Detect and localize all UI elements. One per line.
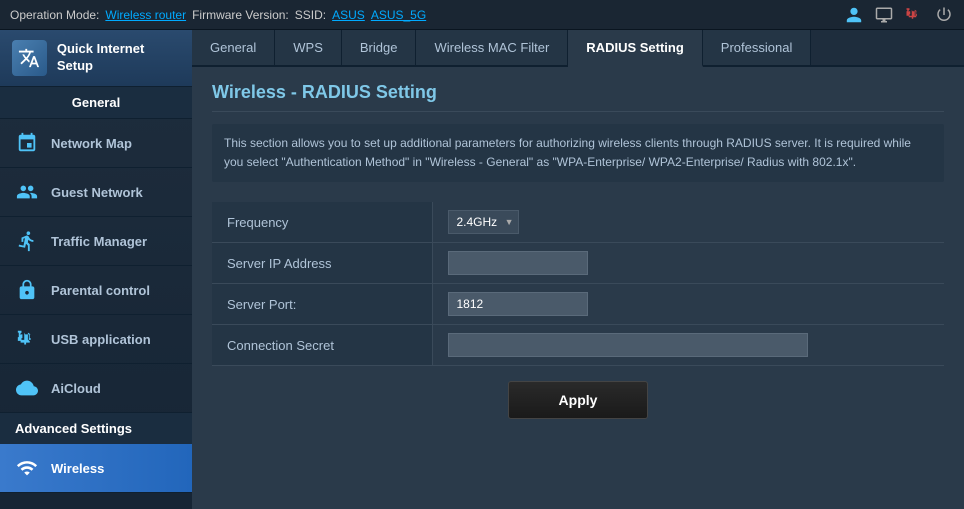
network-map-label: Network Map bbox=[51, 136, 132, 151]
frequency-field: 2.4GHz 5GHz bbox=[432, 202, 944, 243]
usb-icon[interactable] bbox=[904, 5, 924, 25]
guest-network-icon bbox=[15, 180, 39, 204]
top-bar-info: Operation Mode: Wireless router Firmware… bbox=[10, 8, 426, 22]
connection-secret-row: Connection Secret bbox=[212, 325, 944, 366]
server-ip-field bbox=[432, 243, 944, 284]
server-port-input[interactable] bbox=[448, 292, 588, 316]
quick-internet-setup[interactable]: Quick Internet Setup bbox=[0, 30, 192, 87]
aicloud-label: AiCloud bbox=[51, 381, 101, 396]
sidebar: Quick Internet Setup General Network Map… bbox=[0, 30, 192, 509]
server-ip-row: Server IP Address bbox=[212, 243, 944, 284]
frequency-row: Frequency 2.4GHz 5GHz bbox=[212, 202, 944, 243]
frequency-label: Frequency bbox=[212, 202, 432, 243]
tab-general[interactable]: General bbox=[192, 30, 275, 65]
monitor-icon[interactable] bbox=[874, 5, 894, 25]
traffic-manager-label: Traffic Manager bbox=[51, 234, 147, 249]
server-ip-label: Server IP Address bbox=[212, 243, 432, 284]
form-table: Frequency 2.4GHz 5GHz Server bbox=[212, 202, 944, 366]
ssid-value[interactable]: ASUS bbox=[332, 8, 365, 22]
sidebar-item-parental-control[interactable]: Parental control bbox=[0, 266, 192, 315]
server-ip-input[interactable] bbox=[448, 251, 588, 275]
top-bar-icons bbox=[844, 5, 954, 25]
guest-network-label: Guest Network bbox=[51, 185, 143, 200]
quick-setup-label: Quick Internet Setup bbox=[57, 41, 180, 75]
quick-setup-icon bbox=[12, 40, 47, 76]
operation-mode-value[interactable]: Wireless router bbox=[105, 8, 186, 22]
traffic-manager-icon bbox=[15, 229, 39, 253]
frequency-select[interactable]: 2.4GHz 5GHz bbox=[448, 210, 519, 234]
apply-section: Apply bbox=[212, 366, 944, 434]
server-port-label: Server Port: bbox=[212, 284, 432, 325]
usb-application-label: USB application bbox=[51, 332, 151, 347]
tab-wireless-mac-filter[interactable]: Wireless MAC Filter bbox=[416, 30, 568, 65]
firmware-label: Firmware Version: bbox=[192, 8, 289, 22]
server-port-row: Server Port: bbox=[212, 284, 944, 325]
tab-bar: General WPS Bridge Wireless MAC Filter R… bbox=[192, 30, 964, 67]
sidebar-item-traffic-manager[interactable]: Traffic Manager bbox=[0, 217, 192, 266]
advanced-settings-header: Advanced Settings bbox=[0, 413, 192, 444]
tab-professional[interactable]: Professional bbox=[703, 30, 812, 65]
wireless-label: Wireless bbox=[51, 461, 104, 476]
sidebar-item-usb-application[interactable]: USB application bbox=[0, 315, 192, 364]
connection-secret-label: Connection Secret bbox=[212, 325, 432, 366]
parental-control-icon bbox=[15, 278, 39, 302]
sidebar-item-guest-network[interactable]: Guest Network bbox=[0, 168, 192, 217]
main-content: Wireless - RADIUS Setting This section a… bbox=[192, 67, 964, 509]
server-port-field bbox=[432, 284, 944, 325]
ssid-label: SSID: bbox=[295, 8, 326, 22]
tab-wps[interactable]: WPS bbox=[275, 30, 342, 65]
content-area: General WPS Bridge Wireless MAC Filter R… bbox=[192, 30, 964, 509]
page-title: Wireless - RADIUS Setting bbox=[212, 82, 944, 112]
power-icon[interactable] bbox=[934, 5, 954, 25]
connection-secret-field bbox=[432, 325, 944, 366]
apply-button[interactable]: Apply bbox=[508, 381, 649, 419]
sidebar-item-aicloud[interactable]: AiCloud bbox=[0, 364, 192, 413]
sidebar-item-wireless[interactable]: Wireless bbox=[0, 444, 192, 493]
usb-application-icon bbox=[15, 327, 39, 351]
top-bar: Operation Mode: Wireless router Firmware… bbox=[0, 0, 964, 30]
tab-radius-setting[interactable]: RADIUS Setting bbox=[568, 30, 703, 67]
aicloud-icon bbox=[15, 376, 39, 400]
general-section-header: General bbox=[0, 87, 192, 119]
ssid-5g-value[interactable]: ASUS_5G bbox=[371, 8, 426, 22]
description-text: This section allows you to set up additi… bbox=[212, 124, 944, 182]
wireless-icon bbox=[15, 456, 39, 480]
connection-secret-input[interactable] bbox=[448, 333, 808, 357]
parental-control-label: Parental control bbox=[51, 283, 150, 298]
frequency-select-wrapper: 2.4GHz 5GHz bbox=[448, 210, 519, 234]
user-icon[interactable] bbox=[844, 5, 864, 25]
main-layout: Quick Internet Setup General Network Map… bbox=[0, 30, 964, 509]
tab-bridge[interactable]: Bridge bbox=[342, 30, 417, 65]
operation-mode-label: Operation Mode: bbox=[10, 8, 99, 22]
sidebar-item-network-map[interactable]: Network Map bbox=[0, 119, 192, 168]
network-map-icon bbox=[15, 131, 39, 155]
